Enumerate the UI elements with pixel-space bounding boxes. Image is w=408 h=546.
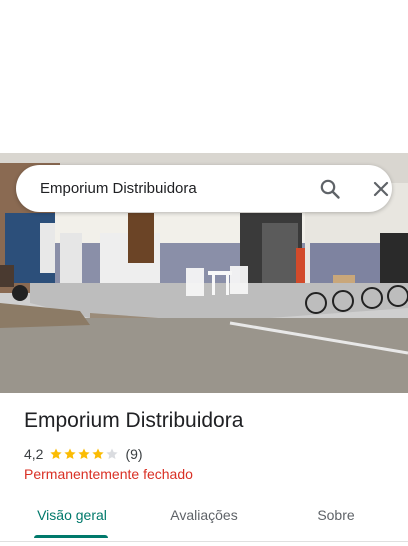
- tab-overview[interactable]: Visão geral: [24, 496, 120, 538]
- tab-bar: Visão geral Avaliações Sobre: [0, 496, 408, 538]
- search-icon[interactable]: [318, 177, 342, 201]
- tab-about[interactable]: Sobre: [296, 496, 376, 538]
- search-bar[interactable]: Emporium Distribuidora: [16, 165, 392, 212]
- place-title: Emporium Distribuidora: [24, 409, 244, 432]
- star-icon: [92, 448, 105, 460]
- tab-indicator: [34, 535, 108, 538]
- map-blank-area: [0, 0, 408, 153]
- rating-value: 4,2: [24, 446, 44, 462]
- rating-stars: [49, 447, 119, 461]
- star-icon: [50, 448, 63, 460]
- tab-reviews[interactable]: Avaliações: [154, 496, 254, 538]
- rating-row[interactable]: 4,2 (9): [24, 444, 143, 464]
- star-icon: [78, 448, 91, 460]
- star-icon: [64, 448, 77, 460]
- close-icon[interactable]: [369, 177, 393, 201]
- status-closed: Permanentemente fechado: [24, 466, 193, 482]
- review-count: (9): [125, 446, 143, 462]
- star-empty-icon: [106, 448, 119, 460]
- divider: [0, 541, 408, 542]
- search-input[interactable]: Emporium Distribuidora: [40, 165, 197, 212]
